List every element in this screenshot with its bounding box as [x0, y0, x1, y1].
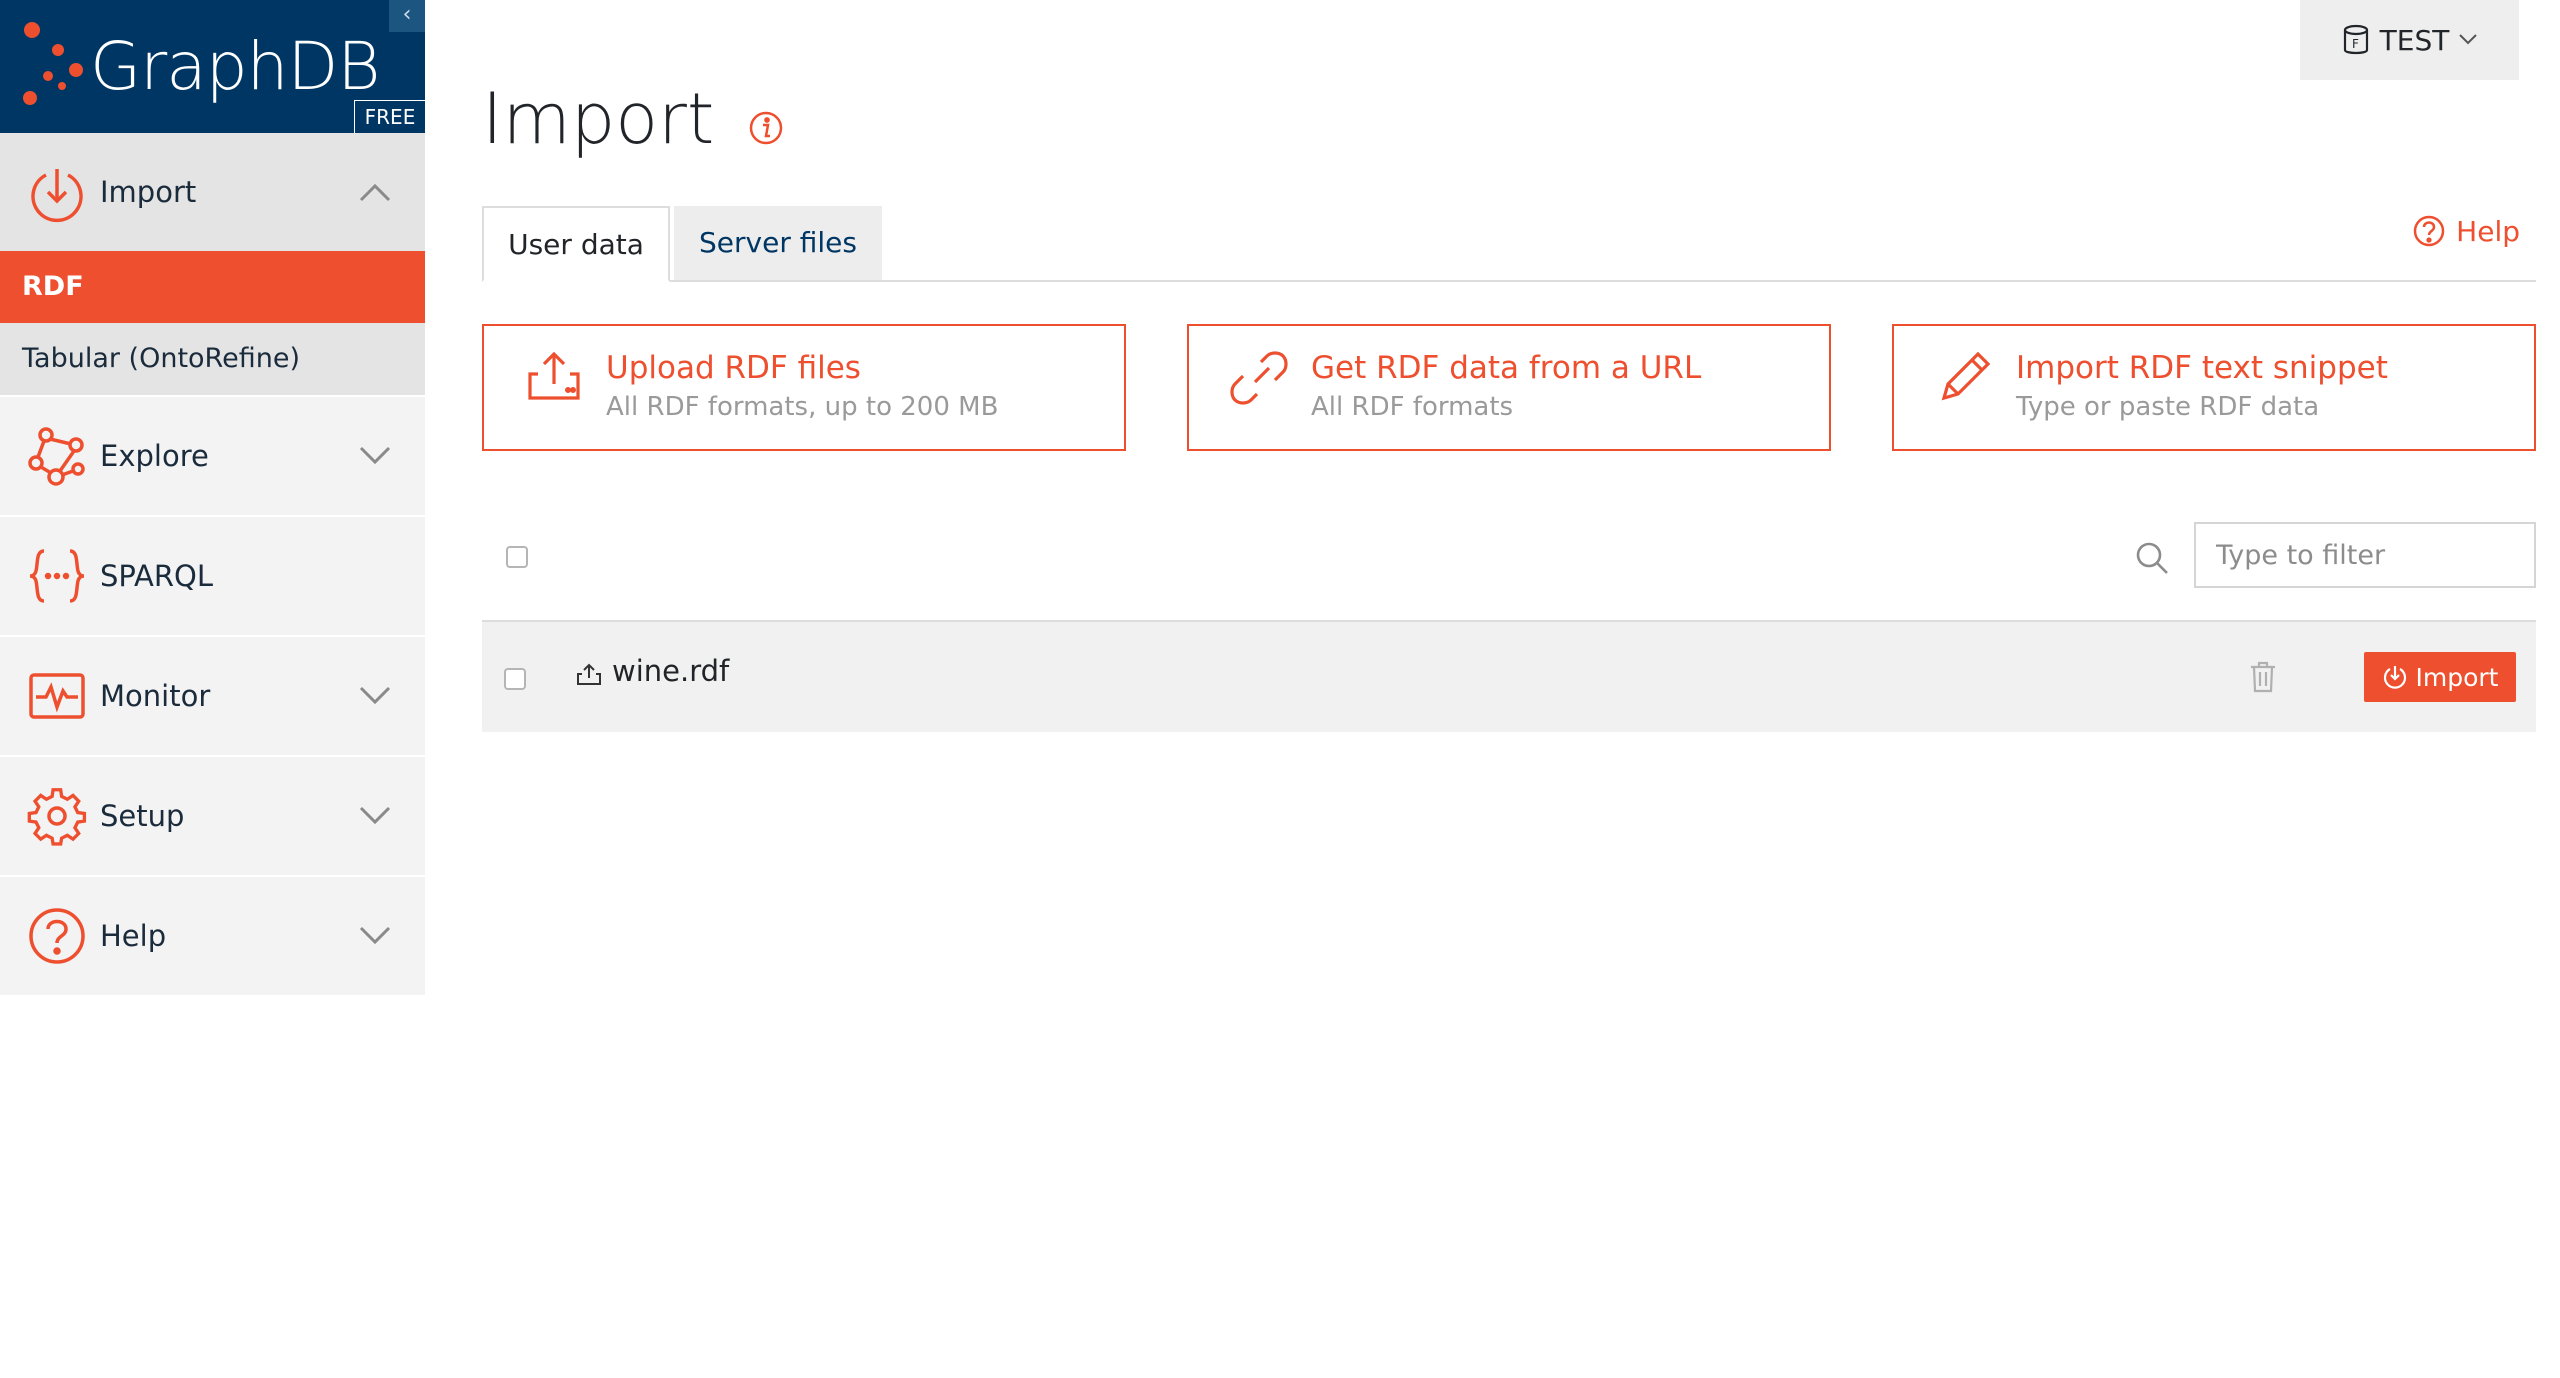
import-button[interactable]: Import	[2364, 652, 2516, 702]
card-title: Upload RDF files	[606, 350, 861, 386]
pencil-icon	[1941, 351, 1991, 401]
chevron-down-icon	[359, 446, 391, 465]
sidebar-item-sparql[interactable]: SPARQL	[0, 517, 425, 637]
upload-rdf-files-card[interactable]: Upload RDF files All RDF formats, up to …	[482, 324, 1126, 451]
card-subtitle: All RDF formats, up to 200 MB	[606, 392, 999, 422]
chevron-down-icon	[2459, 34, 2478, 45]
sidebar-item-import[interactable]: Import	[0, 133, 425, 251]
card-subtitle: Type or paste RDF data	[2016, 392, 2320, 422]
sidebar-item-monitor[interactable]: Monitor	[0, 637, 425, 757]
card-title: Get RDF data from a URL	[1311, 350, 1702, 386]
repository-label: TEST	[2379, 23, 2450, 57]
help-link-label: Help	[2456, 214, 2520, 248]
sidebar-item-label: Import	[100, 175, 197, 209]
sidebar-subitem-rdf[interactable]: RDF	[0, 251, 425, 323]
sidebar-subitem-tabular[interactable]: Tabular (OntoRefine)	[0, 323, 425, 395]
page-title: Import	[482, 78, 715, 160]
sidebar-item-label: SPARQL	[100, 559, 214, 593]
import-rdf-snippet-card[interactable]: Import RDF text snippet Type or paste RD…	[1892, 324, 2536, 451]
help-link[interactable]: Help	[2412, 214, 2520, 248]
filter-input[interactable]	[2194, 522, 2536, 588]
upload-icon	[577, 663, 601, 685]
chevron-down-icon	[359, 806, 391, 825]
trash-icon[interactable]	[2248, 660, 2278, 694]
repository-selector[interactable]: F TEST	[2300, 0, 2519, 80]
monitor-icon	[29, 673, 85, 719]
upload-icon	[528, 351, 580, 400]
chevron-down-icon	[359, 926, 391, 945]
card-subtitle: All RDF formats	[1311, 392, 1514, 422]
sidebar-item-label: Explore	[100, 439, 209, 473]
gear-icon	[27, 788, 87, 846]
sidebar-item-help[interactable]: Help	[0, 877, 425, 997]
brand-header: GraphDB FREE ‹	[0, 0, 425, 133]
sidebar-item-label: Setup	[100, 799, 185, 833]
search-icon	[2136, 542, 2168, 574]
collapse-sidebar-button[interactable]: ‹	[389, 0, 425, 32]
file-name: wine.rdf	[612, 654, 730, 688]
sidebar-item-explore[interactable]: Explore	[0, 395, 425, 517]
graphdb-logo-icon	[23, 22, 83, 105]
table-row: wine.rdf Import	[482, 620, 2536, 732]
sparql-icon	[29, 549, 85, 603]
get-rdf-from-url-card[interactable]: Get RDF data from a URL All RDF formats	[1187, 324, 1831, 451]
import-icon	[2383, 666, 2406, 689]
edition-badge: FREE	[354, 100, 425, 133]
chevron-down-icon	[359, 686, 391, 705]
row-checkbox[interactable]	[504, 668, 526, 690]
repository-icon: F	[2343, 24, 2368, 55]
link-icon	[1230, 351, 1288, 405]
info-icon[interactable]	[748, 110, 784, 146]
sidebar-item-setup[interactable]: Setup	[0, 757, 425, 877]
card-title: Import RDF text snippet	[2016, 350, 2388, 386]
help-icon	[2413, 215, 2445, 247]
sidebar: GraphDB FREE ‹ Import RDF Tabular (OntoR…	[0, 0, 425, 997]
import-icon	[31, 169, 83, 223]
tab-user-data[interactable]: User data	[482, 206, 670, 282]
import-button-label: Import	[2415, 662, 2499, 692]
sidebar-item-label: Monitor	[100, 679, 211, 713]
help-icon	[29, 908, 85, 964]
brand-name: GraphDB	[90, 28, 380, 105]
select-all-checkbox[interactable]	[506, 546, 528, 568]
tab-server-files[interactable]: Server files	[674, 206, 882, 280]
explore-icon	[28, 427, 85, 486]
tab-bar: User data Server files Help	[482, 206, 2536, 282]
svg-text:F: F	[2352, 37, 2359, 51]
sidebar-item-label: Help	[100, 919, 167, 953]
chevron-up-icon	[359, 183, 391, 202]
